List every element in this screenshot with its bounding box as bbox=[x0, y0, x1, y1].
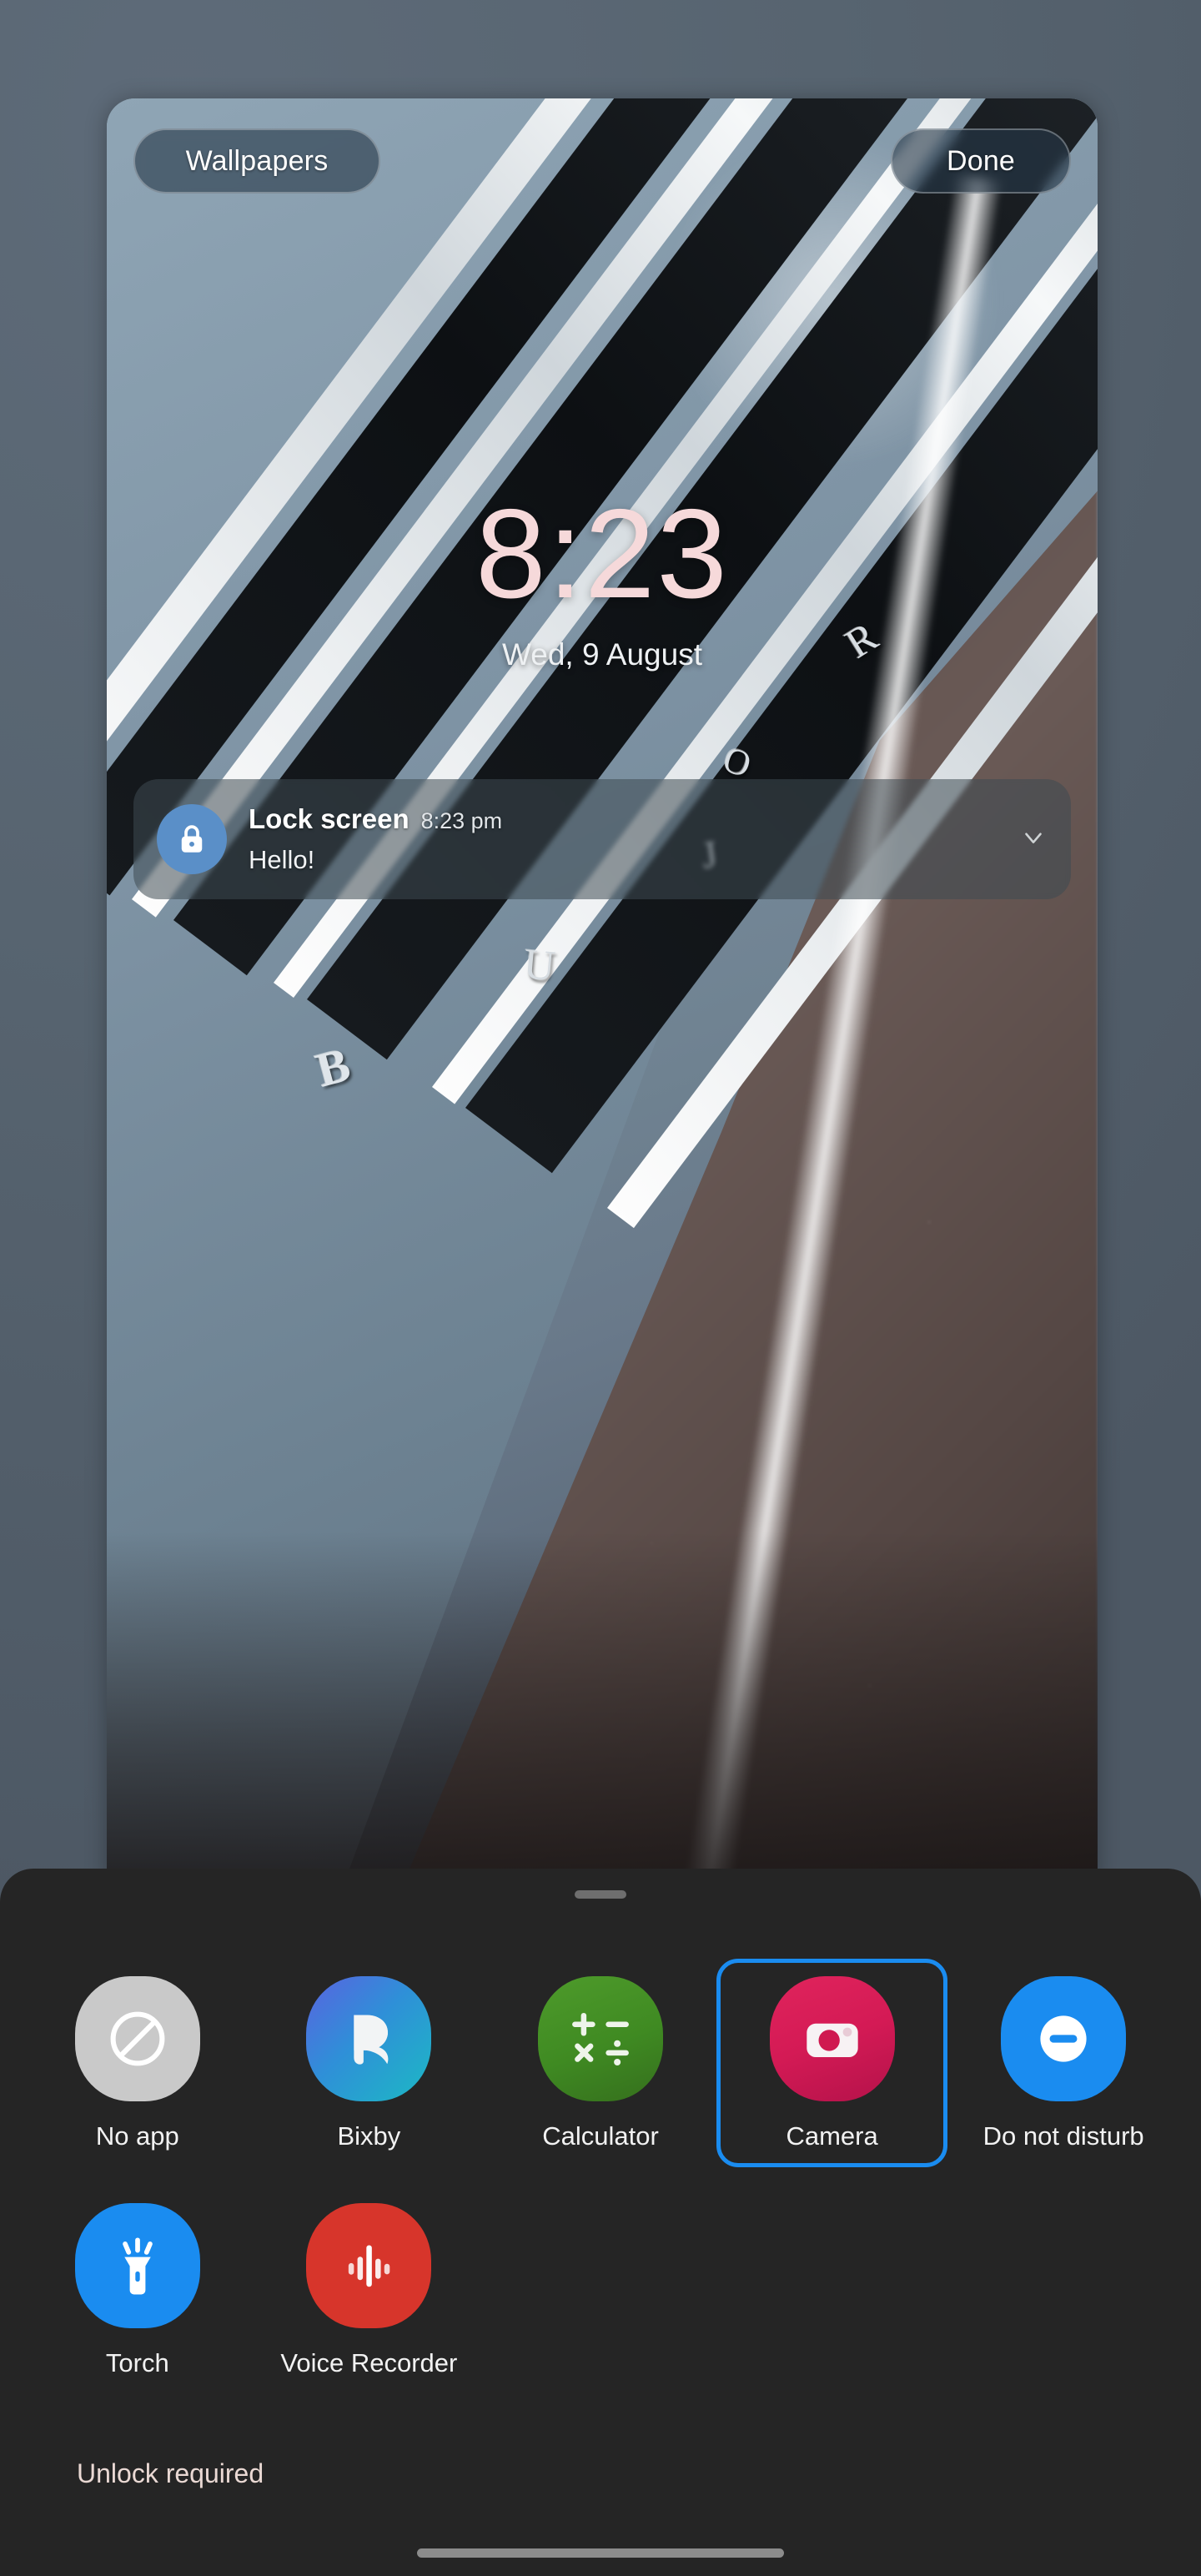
photo-chrome-ornament: U bbox=[521, 940, 557, 991]
app-label: No app bbox=[95, 2121, 179, 2151]
done-button[interactable]: Done bbox=[891, 128, 1071, 194]
app-cell-torch[interactable]: Torch bbox=[22, 2186, 254, 2394]
wallpaper-photo: B R J U O bbox=[107, 98, 1098, 1882]
app-cell-voice-recorder[interactable]: Voice Recorder bbox=[254, 2186, 485, 2394]
app-label: Voice Recorder bbox=[280, 2348, 458, 2377]
app-label: Bixby bbox=[337, 2121, 401, 2151]
app-label: Torch bbox=[105, 2348, 169, 2377]
home-indicator[interactable] bbox=[417, 2548, 784, 2558]
photo-bottom-shade bbox=[107, 1532, 1098, 1882]
app-cell-camera[interactable]: Camera bbox=[716, 1959, 948, 2167]
notification-text: Lock screen 8:23 pm Hello! bbox=[249, 803, 1006, 875]
chevron-down-icon[interactable] bbox=[1019, 823, 1048, 856]
notification-timestamp: 8:23 pm bbox=[420, 808, 503, 833]
do-not-disturb-icon bbox=[1001, 1976, 1127, 2101]
unlock-required-label: Unlock required bbox=[77, 2458, 264, 2488]
wallpaper-preview[interactable]: B R J U O Wallpapers Done 8:23 Wed, 9 Au… bbox=[107, 98, 1098, 1882]
phone-screen: B R J U O Wallpapers Done 8:23 Wed, 9 Au… bbox=[0, 0, 1201, 2576]
app-cell-calculator[interactable]: Calculator bbox=[485, 1959, 716, 2167]
voice-recorder-icon bbox=[306, 2203, 432, 2328]
notification-title: Lock screen bbox=[249, 803, 410, 834]
app-label: Camera bbox=[786, 2121, 878, 2151]
notification-card[interactable]: Lock screen 8:23 pm Hello! bbox=[133, 779, 1071, 899]
torch-icon bbox=[74, 2203, 200, 2328]
app-cell-do-not-disturb[interactable]: Do not disturb bbox=[947, 1959, 1179, 2167]
drag-handle[interactable] bbox=[575, 1890, 626, 1899]
camera-icon bbox=[769, 1976, 895, 2101]
app-row: No app Bixby Calculator Camera Do not di… bbox=[22, 1959, 1179, 2167]
lock-icon bbox=[157, 804, 227, 874]
app-cell-no-app[interactable]: No app bbox=[22, 1959, 254, 2167]
app-label: Calculator bbox=[542, 2121, 659, 2151]
bixby-icon bbox=[306, 1976, 432, 2101]
app-grid: No app Bixby Calculator Camera Do not di… bbox=[0, 1959, 1201, 2412]
app-shortcut-picker-sheet: No app Bixby Calculator Camera Do not di… bbox=[0, 1869, 1201, 2576]
notification-header-row: Lock screen 8:23 pm bbox=[249, 803, 1006, 835]
app-cell-bixby[interactable]: Bixby bbox=[254, 1959, 485, 2167]
app-row: Torch Voice Recorder bbox=[22, 2186, 1179, 2394]
notification-body: Hello! bbox=[249, 845, 315, 874]
no-app-icon bbox=[74, 1976, 200, 2101]
calculator-icon bbox=[537, 1976, 663, 2101]
app-label: Do not disturb bbox=[982, 2121, 1144, 2151]
wallpapers-button[interactable]: Wallpapers bbox=[133, 128, 380, 194]
